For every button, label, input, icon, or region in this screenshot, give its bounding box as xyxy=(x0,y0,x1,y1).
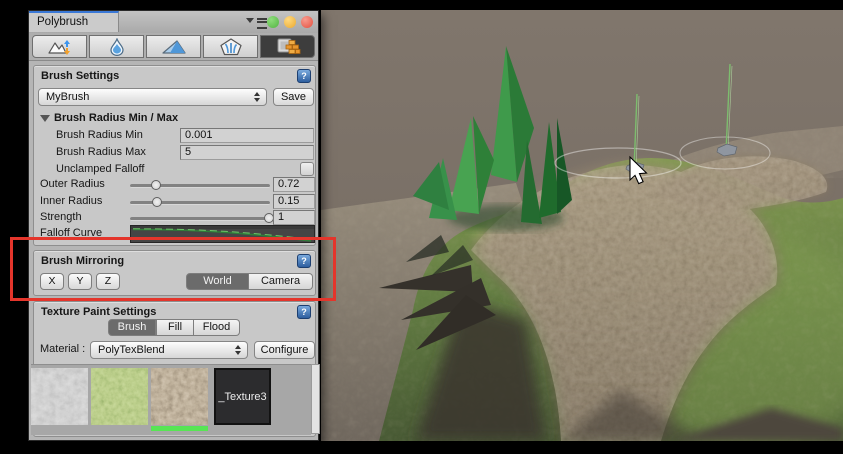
paint-triangle-icon xyxy=(161,39,187,55)
material-dropdown[interactable]: PolyTexBlend xyxy=(90,341,248,359)
material-label: Material : xyxy=(40,343,85,355)
tool-sculpt-button[interactable] xyxy=(32,35,87,58)
traffic-light-red[interactable] xyxy=(301,16,313,28)
strength-value[interactable]: 1 xyxy=(273,210,315,225)
editor-background: Polybrush xyxy=(0,0,843,454)
chevron-updown-icon xyxy=(254,92,261,102)
brush-preset-dropdown[interactable]: MyBrush xyxy=(38,88,267,106)
help-icon[interactable]: ? xyxy=(297,305,311,319)
save-button[interactable]: Save xyxy=(273,88,314,106)
brush-preset-value: MyBrush xyxy=(46,91,89,103)
smooth-droplet-icon xyxy=(109,38,125,56)
window-titlebar: Polybrush xyxy=(29,11,318,34)
texture-paint-title: Texture Paint Settings xyxy=(41,306,156,318)
texture-paint-section: Texture Paint Settings ? Brush Fill Floo… xyxy=(33,301,316,437)
brush-radius-min-label: Brush Radius Min xyxy=(56,129,143,141)
configure-button[interactable]: Configure xyxy=(254,341,315,359)
tool-scatter-button[interactable] xyxy=(203,35,258,58)
texture-palette: _Texture3 xyxy=(31,364,311,435)
brush-radius-min-field[interactable]: 0.001 xyxy=(180,128,314,143)
mirror-x-button[interactable]: X xyxy=(40,273,64,290)
polybrush-window: Polybrush xyxy=(28,10,319,441)
mirror-z-button[interactable]: Z xyxy=(96,273,120,290)
material-value: PolyTexBlend xyxy=(98,344,165,356)
falloff-curve-field[interactable] xyxy=(130,225,315,243)
brush-mirroring-section: Brush Mirroring ? X Y Z World Camera xyxy=(33,250,316,296)
tool-smooth-button[interactable] xyxy=(89,35,144,58)
texture3-label: _Texture3 xyxy=(218,391,266,403)
inner-radius-slider[interactable] xyxy=(130,201,270,205)
brush-radius-max-label: Brush Radius Max xyxy=(56,146,146,158)
brush-settings-title: Brush Settings xyxy=(41,70,119,82)
palette-scrollbar[interactable] xyxy=(311,364,320,434)
tab-menu-icon[interactable] xyxy=(246,18,254,23)
traffic-light-yellow[interactable] xyxy=(284,16,296,28)
scene-view[interactable] xyxy=(321,10,843,441)
mirror-space-camera-button[interactable]: Camera xyxy=(249,273,313,290)
paint-mode-segmented: Brush Fill Flood xyxy=(108,319,240,336)
texture-swatch-grass[interactable] xyxy=(91,368,148,425)
mode-fill-button[interactable]: Fill xyxy=(156,319,194,336)
outer-radius-label: Outer Radius xyxy=(40,178,105,190)
texture-swatch-texture3[interactable]: _Texture3 xyxy=(214,368,271,425)
falloff-curve-plot xyxy=(131,226,314,242)
selected-texture-indicator xyxy=(151,426,208,431)
inner-radius-label: Inner Radius xyxy=(40,195,102,207)
texture-swatch-dirt[interactable] xyxy=(151,368,208,425)
scene-terrain xyxy=(321,10,843,441)
brush-mirroring-title: Brush Mirroring xyxy=(41,255,124,267)
texture-brick-icon xyxy=(275,37,301,57)
mode-brush-button[interactable]: Brush xyxy=(108,319,156,336)
foldout-arrow-icon[interactable] xyxy=(40,115,50,122)
brush-mode-toolbar xyxy=(29,33,318,61)
polybrush-tab[interactable]: Polybrush xyxy=(29,11,119,32)
falloff-curve-label: Falloff Curve xyxy=(40,227,102,239)
chevron-updown-icon xyxy=(235,345,242,355)
help-icon[interactable]: ? xyxy=(297,69,311,83)
mirror-space-world-button[interactable]: World xyxy=(186,273,249,290)
strength-slider[interactable] xyxy=(130,217,270,221)
mirror-y-button[interactable]: Y xyxy=(68,273,92,290)
outer-radius-thumb[interactable] xyxy=(151,180,161,190)
tab-list-icon[interactable] xyxy=(257,18,267,29)
outer-radius-slider[interactable] xyxy=(130,184,270,188)
unclamped-falloff-checkbox[interactable] xyxy=(300,162,314,176)
traffic-light-green[interactable] xyxy=(267,16,279,28)
inner-radius-value[interactable]: 0.15 xyxy=(273,194,315,209)
brush-settings-section: Brush Settings ? MyBrush Save Brush Radi… xyxy=(33,65,316,246)
radius-foldout-label[interactable]: Brush Radius Min / Max xyxy=(54,112,178,124)
tool-texture-paint-button[interactable] xyxy=(260,35,315,58)
brush-radius-max-field[interactable]: 5 xyxy=(180,145,314,160)
inner-radius-thumb[interactable] xyxy=(152,197,162,207)
mirror-space-segmented: World Camera xyxy=(186,273,313,290)
strength-label: Strength xyxy=(40,211,82,223)
mode-flood-button[interactable]: Flood xyxy=(194,319,240,336)
outer-radius-value[interactable]: 0.72 xyxy=(273,177,315,192)
unclamped-falloff-label: Unclamped Falloff xyxy=(56,163,144,175)
scatter-pentagon-icon xyxy=(219,38,243,56)
tool-paint-button[interactable] xyxy=(146,35,201,58)
texture-swatch-stone[interactable] xyxy=(31,368,88,425)
help-icon[interactable]: ? xyxy=(297,254,311,268)
sculpt-mountain-icon xyxy=(47,38,73,56)
